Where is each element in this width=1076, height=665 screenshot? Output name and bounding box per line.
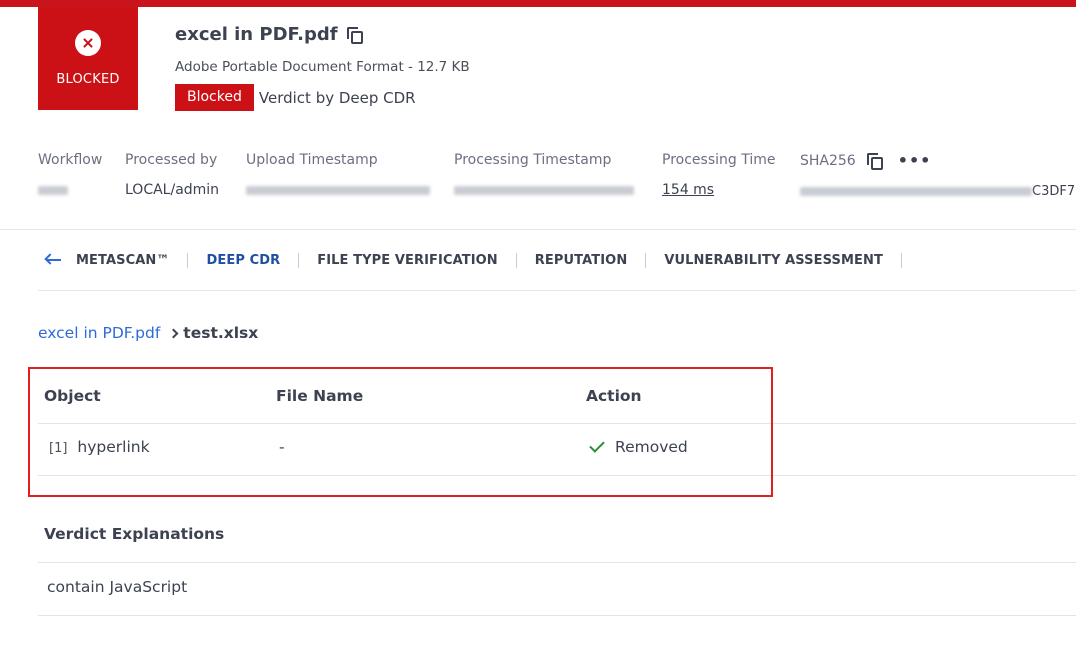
upload-timestamp-value-redacted xyxy=(246,182,430,198)
chevron-right-icon xyxy=(168,328,179,338)
object-index: [1] xyxy=(49,441,68,456)
breadcrumb-current: test.xlsx xyxy=(183,324,259,342)
sha256-redacted xyxy=(800,187,1032,196)
workflow-label: Workflow xyxy=(38,152,103,168)
close-circle-icon xyxy=(75,30,101,56)
tab-separator xyxy=(900,252,902,268)
file-title: excel in PDF.pdf xyxy=(175,24,364,45)
processing-timestamp-value-redacted xyxy=(454,182,634,198)
workflow-value-redacted xyxy=(38,182,102,198)
sha256-field: SHA256 ••• xyxy=(800,152,931,170)
file-name-cell: - xyxy=(279,438,285,456)
sha256-value: C3DF73 xyxy=(800,184,1076,199)
table-header-row: Object File Name Action xyxy=(38,373,1076,423)
breadcrumb: excel in PDF.pdf test.xlsx xyxy=(38,324,258,342)
action-cell: Removed xyxy=(615,438,688,456)
processed-by-value: LOCAL/admin xyxy=(125,182,220,198)
verdict-badge-row: Blocked Verdict by Deep CDR xyxy=(175,84,416,111)
object-cell: [1] hyperlink xyxy=(49,438,150,456)
verdict-label: BLOCKED xyxy=(56,72,120,87)
arrow-left-icon[interactable] xyxy=(44,253,64,267)
check-icon xyxy=(589,437,605,453)
verdict-explanation-item: contain JavaScript xyxy=(47,578,188,596)
divider xyxy=(0,229,1076,230)
status-badge: Blocked xyxy=(175,84,254,111)
tab-vulnerability-assessment[interactable]: VULNERABILITY ASSESSMENT xyxy=(646,253,901,268)
file-name: excel in PDF.pdf xyxy=(175,24,338,45)
row-divider xyxy=(38,562,1076,563)
sha256-header: SHA256 ••• xyxy=(800,152,931,170)
column-header-action: Action xyxy=(586,387,642,405)
tab-file-type-verification[interactable]: FILE TYPE VERIFICATION xyxy=(299,253,516,268)
processing-time-field: Processing Time 154 ms xyxy=(662,152,775,198)
column-header-file-name: File Name xyxy=(276,387,364,405)
copy-icon[interactable] xyxy=(346,26,364,44)
top-accent-bar xyxy=(0,0,1076,7)
row-divider xyxy=(38,615,1076,616)
object-name: hyperlink xyxy=(77,438,150,456)
processing-time-label: Processing Time xyxy=(662,152,776,168)
sha256-suffix: C3DF73 xyxy=(1032,184,1076,199)
tab-metascan[interactable]: METASCAN™ xyxy=(76,253,187,268)
processed-by-field: Processed by LOCAL/admin xyxy=(125,152,219,198)
workflow-field: Workflow xyxy=(38,152,102,198)
tab-deep-cdr[interactable]: DEEP CDR xyxy=(188,253,298,268)
breadcrumb-parent-link[interactable]: excel in PDF.pdf xyxy=(38,324,160,342)
more-horizontal-icon[interactable]: ••• xyxy=(898,153,932,169)
copy-icon[interactable] xyxy=(866,152,884,170)
verdict-source: Verdict by Deep CDR xyxy=(258,88,416,107)
divider xyxy=(38,290,1076,291)
row-divider xyxy=(38,423,1076,424)
verdict-explanations-title: Verdict Explanations xyxy=(44,525,225,543)
processing-time-link[interactable]: 154 ms xyxy=(662,182,775,198)
sha256-label: SHA256 xyxy=(800,153,856,169)
upload-timestamp-field: Upload Timestamp xyxy=(246,152,430,198)
processing-timestamp-label: Processing Timestamp xyxy=(454,152,612,168)
row-divider xyxy=(38,475,1076,476)
upload-timestamp-label: Upload Timestamp xyxy=(246,152,378,168)
file-meta: Adobe Portable Document Format - 12.7 KB xyxy=(175,59,470,75)
processing-timestamp-field: Processing Timestamp xyxy=(454,152,634,198)
tab-reputation[interactable]: REPUTATION xyxy=(517,253,646,268)
processed-by-label: Processed by xyxy=(125,152,218,168)
result-tabs: METASCAN™ DEEP CDR FILE TYPE VERIFICATIO… xyxy=(38,249,902,271)
column-header-object: Object xyxy=(44,387,101,405)
verdict-status-box: BLOCKED xyxy=(38,7,138,110)
